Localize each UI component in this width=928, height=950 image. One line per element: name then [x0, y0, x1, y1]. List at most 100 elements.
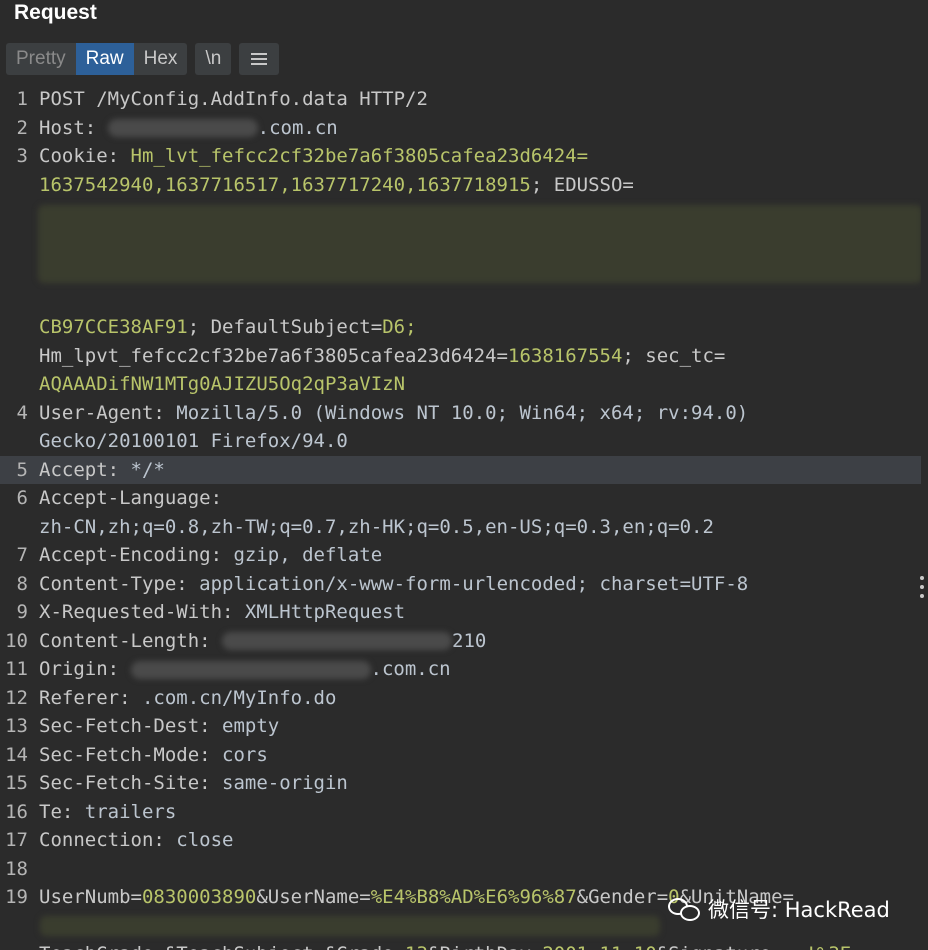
code-line[interactable]: 16 Te: trailers: [0, 798, 921, 827]
line-content: Content-Length: 210: [39, 627, 486, 656]
header-name: Content-Type:: [39, 572, 200, 595]
header-name: Origin:: [39, 658, 131, 680]
watermark: 微信号: HackRead: [668, 894, 890, 924]
line-content: Cookie: Hm_lvt_fefcc2cf32be7a6f3805cafea…: [39, 142, 588, 171]
code-line[interactable]: 1 POST /MyConfig.AddInfo.data HTTP/2: [0, 85, 921, 114]
pretty-tab[interactable]: Pretty: [6, 43, 76, 75]
header-name: Accept-Language:: [39, 487, 223, 509]
redacted-value: [107, 119, 258, 137]
cookie-name: ; EDUSSO=: [530, 173, 634, 196]
header-value: Gecko/20100101 Firefox/94.0: [39, 430, 348, 452]
header-name: Content-Length:: [39, 629, 223, 652]
header-name: X-Requested-With:: [39, 601, 245, 623]
header-value: application/x-www-form-urlencoded; chars…: [199, 572, 749, 595]
line-content: Accept: */*: [39, 456, 165, 485]
header-value: .com.cn: [257, 116, 338, 139]
line-content: Connection: close: [39, 826, 233, 855]
line-number: 2: [16, 116, 28, 139]
code-line[interactable]: 10 Content-Length: 210: [0, 627, 921, 656]
header-value: gzip, deflate: [233, 544, 383, 566]
scrollbar-handle[interactable]: [920, 576, 926, 598]
code-line[interactable]: 18: [0, 855, 921, 884]
code-line[interactable]: 17 Connection: close: [0, 826, 921, 855]
code-line[interactable]: CB97CCE38AF91; DefaultSubject=D6;: [0, 313, 921, 342]
show-newlines-toggle[interactable]: \n: [195, 43, 232, 75]
line-number: 17: [5, 829, 28, 851]
options-menu-button[interactable]: [239, 43, 280, 75]
code-line[interactable]: 7 Accept-Encoding: gzip, deflate: [0, 541, 921, 570]
header-value: empty: [222, 715, 280, 737]
body-token: &Signature=: [657, 943, 783, 950]
redacted-block: [38, 205, 921, 283]
line-number: 8: [16, 572, 28, 595]
line-content: Accept-Language:: [39, 484, 222, 513]
line-number: 12: [5, 686, 28, 709]
line-content: CB97CCE38AF91; DefaultSubject=D6;: [39, 313, 417, 342]
code-line[interactable]: 2 Host: .com.cn: [0, 114, 921, 143]
header-value: 1637542940,1637716517,1637717240,1637718…: [39, 173, 531, 196]
header-value: cors: [222, 743, 268, 766]
panel-title: Request: [14, 1, 97, 24]
code-line[interactable]: 6 Accept-Language:: [0, 484, 921, 513]
line-number: 1: [16, 88, 28, 110]
header-name: Sec-Fetch-Dest:: [39, 715, 223, 737]
line-number: 3: [16, 145, 28, 167]
code-line[interactable]: 15 Sec-Fetch-Site: same-origin: [0, 769, 921, 798]
header-value: zh-CN,zh;q=0.8,zh-TW;q=0.7,zh-HK;q=0.5,e…: [39, 515, 714, 538]
code-line[interactable]: 12 Referer: .com.cn/MyInfo.do: [0, 684, 921, 713]
body-token: &BirthDay=: [428, 943, 542, 950]
line-content: Sec-Fetch-Site: same-origin: [39, 769, 348, 798]
code-line[interactable]: 11 Origin: .com.cn: [0, 655, 921, 684]
line-content: Origin: .com.cn: [39, 655, 451, 684]
body-token: 0830003890: [141, 886, 257, 908]
code-line[interactable]: 14 Sec-Fetch-Mode: cors: [0, 741, 921, 770]
code-line[interactable]: Gecko/20100101 Firefox/94.0: [0, 427, 921, 456]
header-name: Connection:: [39, 829, 177, 851]
line-number: 19: [5, 886, 28, 908]
code-line[interactable]: 8 Content-Type: application/x-www-form-ur…: [0, 570, 921, 599]
code-line[interactable]: 3 Cookie: Hm_lvt_fefcc2cf32be7a6f3805cafe…: [0, 142, 921, 171]
header-value: */*: [130, 458, 165, 481]
code-line[interactable]: AQAAADifNW1MTg0AJIZU5Oq2qP3aVIzN: [0, 370, 921, 399]
code-line[interactable]: 4 User-Agent: Mozilla/5.0 (Windows NT 10.…: [0, 399, 921, 428]
raw-tab[interactable]: Raw: [75, 43, 134, 75]
redacted-value: [130, 660, 371, 679]
body-token: 13: [405, 943, 428, 950]
line-content: Accept-Encoding: gzip, deflate: [39, 541, 382, 570]
header-value: 210: [452, 629, 487, 652]
line-content: POST /MyConfig.AddInfo.data HTTP/2: [39, 85, 428, 114]
hex-tab[interactable]: Hex: [133, 43, 188, 75]
hamburger-menu-icon: [251, 53, 268, 65]
code-line[interactable]: 1637542940,1637716517,1637717240,1637718…: [0, 171, 921, 200]
header-name: Sec-Fetch-Site:: [39, 772, 223, 794]
header-value: same-origin: [222, 772, 348, 794]
code-line[interactable]: 5 Accept: */*: [0, 455, 921, 485]
line-number: 7: [16, 544, 28, 566]
body-token: %E4%B8%AD%E6%96%87: [370, 886, 577, 908]
code-line[interactable]: zh-CN,zh;q=0.8,zh-TW;q=0.7,zh-HK;q=0.5,e…: [0, 513, 921, 542]
code-line[interactable]: 13 Sec-Fetch-Dest: empty: [0, 712, 921, 741]
body-token: TeachGrade=&TeachSubject=&Grade=: [39, 943, 405, 950]
line-content: zh-CN,zh;q=0.8,zh-TW;q=0.7,zh-HK;q=0.5,e…: [39, 513, 714, 542]
code-line[interactable]: TeachGrade=&TeachSubject=&Grade=13&Birth…: [0, 940, 921, 950]
header-value: XMLHttpRequest: [244, 601, 406, 623]
header-value: .com.cn/MyInfo.do: [141, 686, 337, 709]
body-token: --!%3E: [783, 943, 852, 950]
header-name: User-Agent:: [39, 401, 177, 424]
header-name: Host:: [39, 116, 108, 139]
code-line[interactable]: 9 X-Requested-With: XMLHttpRequest: [0, 598, 921, 627]
request-editor[interactable]: 1 POST /MyConfig.AddInfo.data HTTP/2 2 Host…: [0, 85, 921, 950]
header-value: close: [176, 829, 234, 851]
body-token: &UserName=: [256, 886, 371, 908]
code-line[interactable]: Hm_lpvt_fefcc2cf32be7a6f3805cafea23d6424…: [0, 342, 921, 371]
line-content: TeachGrade=&TeachSubject=&Grade=13&Birth…: [39, 940, 851, 950]
line-content: Hm_lpvt_fefcc2cf32be7a6f3805cafea23d6424…: [39, 342, 725, 371]
line-number: 6: [16, 487, 28, 509]
body-token: &Gender=: [576, 886, 669, 908]
line-content: User-Agent: Mozilla/5.0 (Windows NT 10.0…: [39, 399, 748, 428]
line-number: 10: [5, 629, 28, 652]
header-name: Hm_lpvt_fefcc2cf32be7a6f3805cafea23d6424…: [39, 344, 508, 367]
header-name: Te:: [39, 800, 85, 823]
header-value: trailers: [84, 800, 177, 823]
line-content: Gecko/20100101 Firefox/94.0: [39, 427, 348, 456]
